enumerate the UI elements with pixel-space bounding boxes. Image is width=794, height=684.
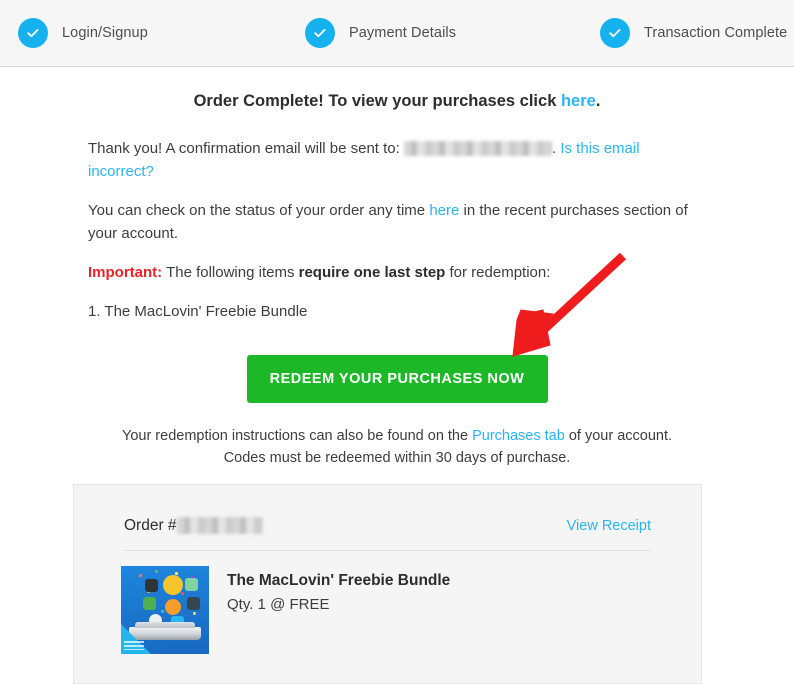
confirmation-paragraphs: Thank you! A confirmation email will be … [88,111,706,323]
subnote-text-before: Your redemption instructions can also be… [121,428,473,444]
recent-purchases-link[interactable]: here [429,202,459,219]
receipt-header: Order # View Receipt [74,485,701,535]
view-purchases-link[interactable]: here [561,92,596,110]
product-info: The MacLovin' Freebie Bundle Qty. 1 @ FR… [227,566,450,654]
check-icon [305,18,335,48]
product-thumbnail-icon [121,566,209,654]
progress-step-payment-details[interactable]: Payment Details [305,0,456,66]
order-complete-headline: Order Complete! To view your purchases c… [0,67,794,111]
important-text-before: The following items [162,264,299,281]
thankyou-text: Thank you! A confirmation email will be … [88,140,404,157]
redacted-email-address [404,141,552,156]
status-text-before: You can check on the status of your orde… [88,202,430,219]
progress-step-login-signup[interactable]: Login/Signup [18,0,148,66]
order-number-label: Order # [124,517,177,534]
progress-step-label: Login/Signup [62,25,148,41]
progress-step-transaction-complete[interactable]: Transaction Complete [600,0,787,66]
headline-text-before: Order Complete! To view your purchases c… [193,92,561,110]
subnote-line-2: Codes must be redeemed within 30 days of… [223,450,571,466]
check-icon [600,18,630,48]
check-icon [18,18,48,48]
order-confirmation-content: Order Complete! To view your purchases c… [0,67,794,469]
progress-step-label: Transaction Complete [644,25,788,41]
important-text-after: for redemption: [445,264,551,281]
order-number: Order # [124,517,263,535]
subnote-line-1: Your redemption instructions can also be… [0,425,794,447]
headline-text-after: . [595,92,601,110]
redeem-button-row: REDEEM YOUR PURCHASES NOW [0,355,794,403]
order-status-paragraph: You can check on the status of your orde… [88,199,706,245]
checkout-progress-bar: Login/Signup Payment Details Transaction… [0,0,794,67]
important-label: Important: [88,264,163,281]
redemption-item-list-entry: 1. The MacLovin' Freebie Bundle [88,303,308,320]
redacted-order-number [176,517,263,534]
redemption-subnote: Your redemption instructions can also be… [0,425,794,469]
progress-step-label: Payment Details [349,25,457,41]
product-title: The MacLovin' Freebie Bundle [227,572,451,589]
redeem-purchases-button[interactable]: REDEEM YOUR PURCHASES NOW [246,355,548,403]
confirmation-email-paragraph: Thank you! A confirmation email will be … [88,137,706,183]
order-receipt-panel: Order # View Receipt The MacLovin' Freeb… [73,484,702,684]
important-notice-paragraph: Important: The following items require o… [88,261,706,284]
purchases-tab-link[interactable]: Purchases tab [472,428,565,444]
subnote-text-after: of your account. [564,428,673,444]
important-emphasis: require one last step [298,264,446,281]
receipt-line-item[interactable]: The MacLovin' Freebie Bundle Qty. 1 @ FR… [74,551,701,654]
product-quantity-price: Qty. 1 @ FREE [227,596,330,613]
view-receipt-link[interactable]: View Receipt [567,518,651,534]
